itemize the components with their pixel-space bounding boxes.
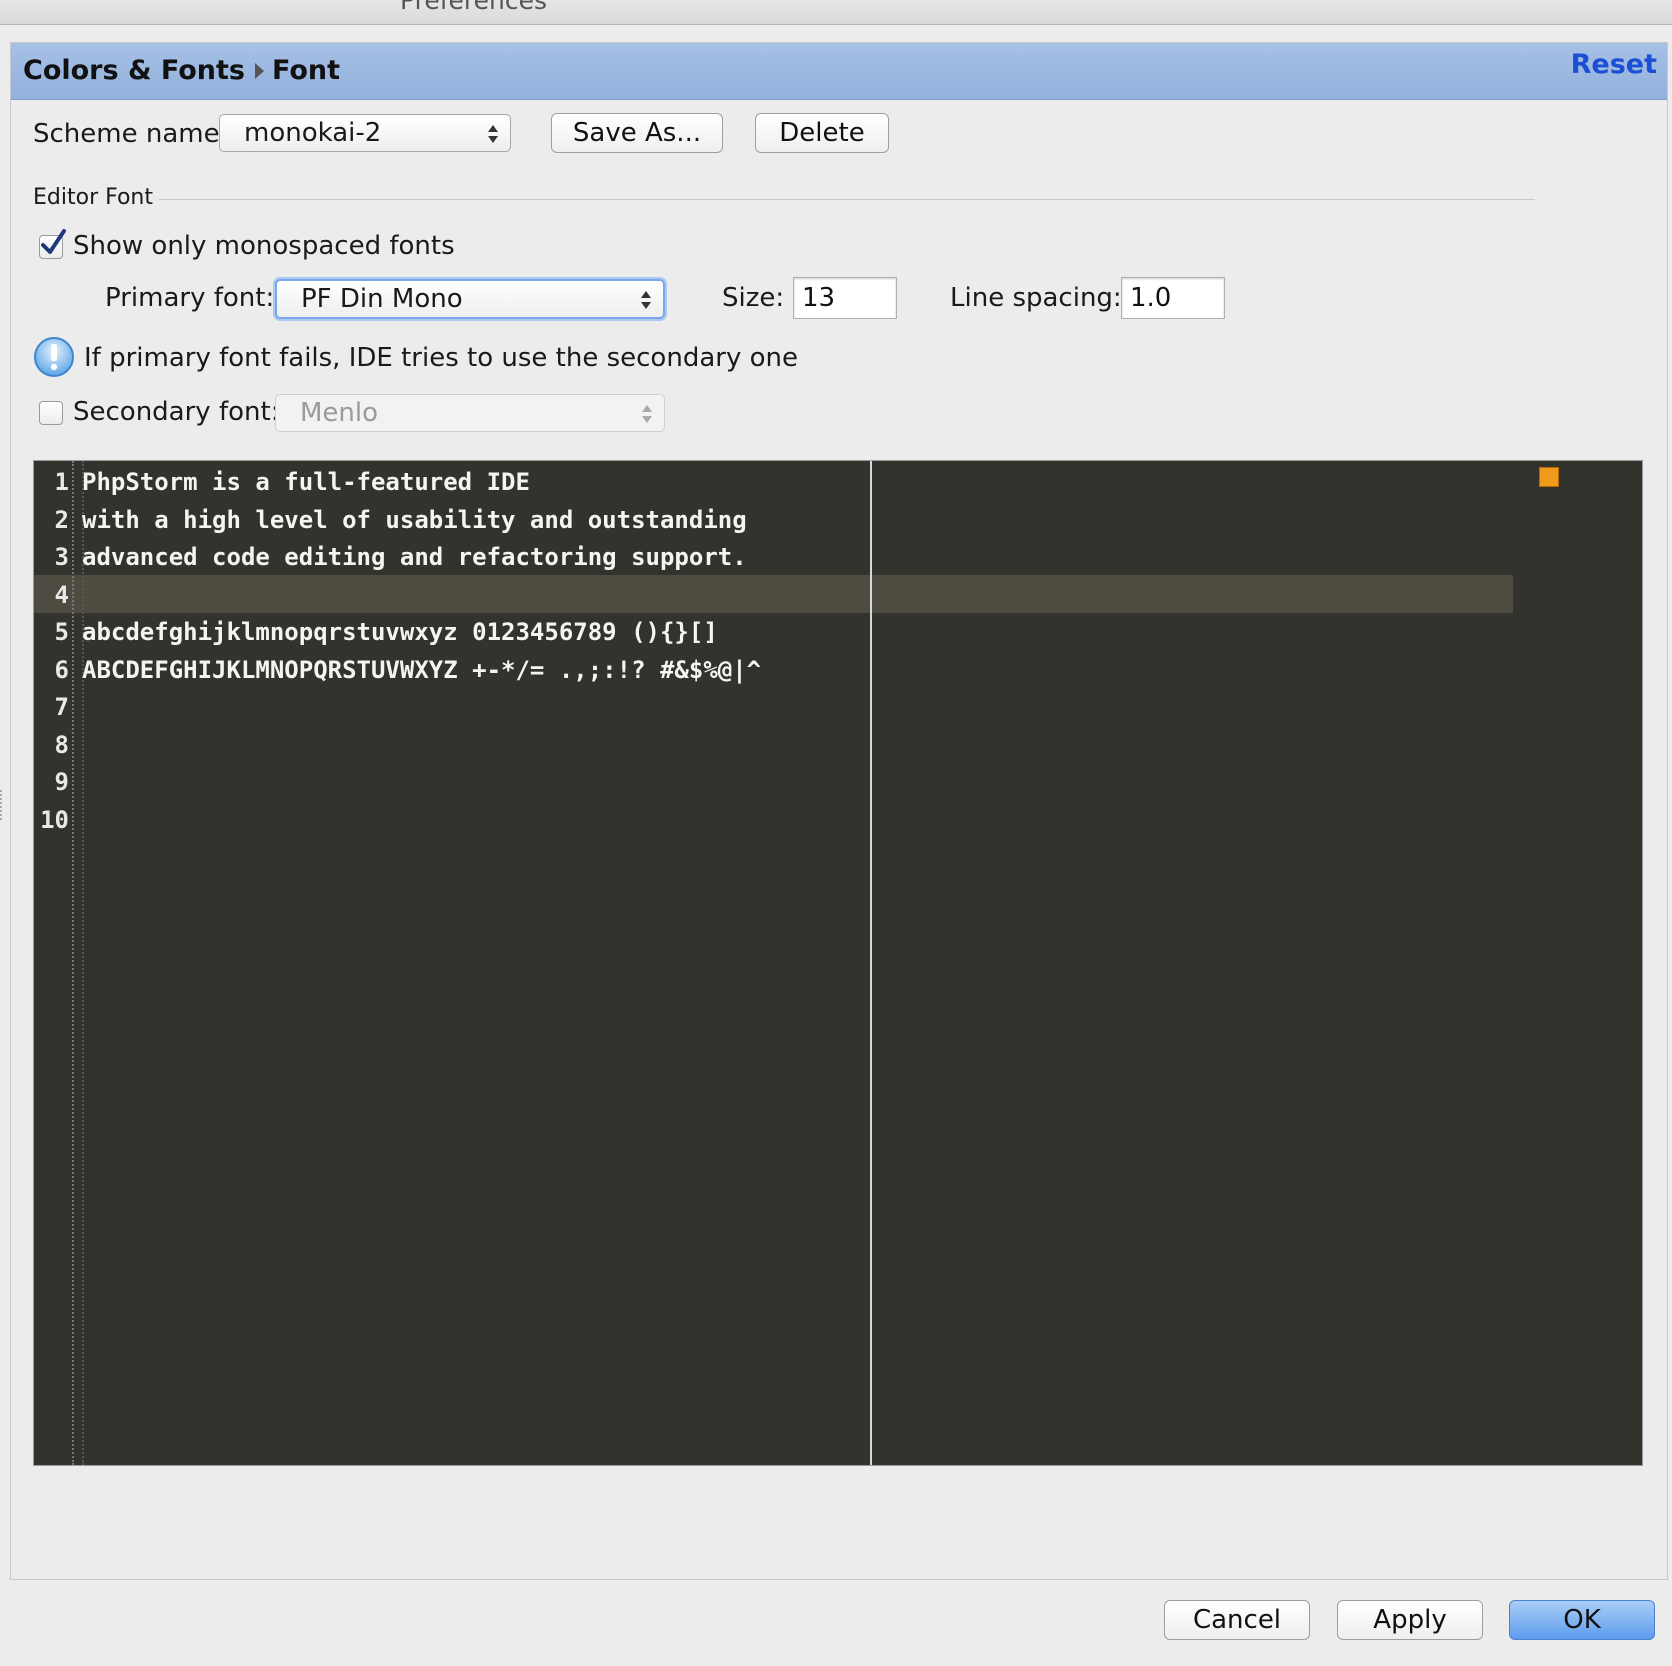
window-title: Preferences xyxy=(400,0,548,15)
secondary-font-select: Menlo xyxy=(275,394,665,432)
ok-button[interactable]: OK xyxy=(1509,1600,1655,1640)
chevron-right-icon xyxy=(255,62,264,79)
code-line: 6 ABCDEFGHIJKLMNOPQRSTUVWXYZ +-*/= .,;:!?… xyxy=(34,651,1634,689)
code-line: 3 advanced code editing and refactoring s… xyxy=(34,538,1634,576)
editor-font-section-title: Editor Font xyxy=(33,185,154,210)
scheme-name-label: Scheme name: xyxy=(33,119,229,149)
scheme-name-select[interactable]: monokai-2 xyxy=(219,114,511,152)
line-number: 7 xyxy=(54,693,69,721)
window-titlebar: Preferences xyxy=(0,0,1672,25)
line-spacing-field[interactable]: 1.0 xyxy=(1121,277,1225,319)
line-number: 5 xyxy=(54,618,69,646)
font-preview-editor[interactable]: 1 PhpStorm is a full-featured IDE 2 with a … xyxy=(33,460,1643,1466)
size-label: Size: xyxy=(722,283,785,313)
code-line: 4 xyxy=(34,576,1634,614)
save-as-button[interactable]: Save As... xyxy=(551,113,723,153)
delete-button[interactable]: Delete xyxy=(755,113,889,153)
code-text: advanced code editing and refactoring su… xyxy=(82,543,747,571)
code-line: 5 abcdefghijklmnopqrstuvwxyz 0123456789 (… xyxy=(34,613,1634,651)
code-line: 2 with a high level of usability and outs… xyxy=(34,501,1634,539)
size-field[interactable]: 13 xyxy=(793,277,897,319)
resize-grip[interactable] xyxy=(0,790,6,820)
code-line: 9 xyxy=(34,763,1634,801)
breadcrumb-font: Font xyxy=(272,55,341,86)
line-spacing-label: Line spacing: xyxy=(950,283,1122,313)
secondary-font-value: Menlo xyxy=(300,398,379,428)
reset-link[interactable]: Reset xyxy=(1571,49,1657,80)
code-line: 10 xyxy=(34,801,1634,839)
select-arrows-icon xyxy=(641,289,651,311)
cancel-button[interactable]: Cancel xyxy=(1164,1600,1310,1640)
primary-font-label: Primary font: xyxy=(105,283,275,313)
select-arrows-icon xyxy=(488,123,498,145)
line-number: 2 xyxy=(54,505,69,534)
info-icon xyxy=(34,337,74,377)
code-line: 7 xyxy=(34,688,1634,726)
primary-font-value: PF Din Mono xyxy=(301,284,463,314)
line-number: 9 xyxy=(54,768,69,796)
code-line: 8 xyxy=(34,726,1634,764)
show-mono-label[interactable]: Show only monospaced fonts xyxy=(73,231,455,261)
code-text: PhpStorm is a full-featured IDE xyxy=(82,468,530,496)
show-mono-checkbox[interactable] xyxy=(39,229,66,259)
code-text: ABCDEFGHIJKLMNOPQRSTUVWXYZ +-*/= .,;:!? … xyxy=(82,655,762,684)
apply-button[interactable]: Apply xyxy=(1337,1600,1483,1640)
font-settings-panel: Colors & Fonts Font Reset Scheme name: m… xyxy=(10,42,1668,1580)
code-line: 1 PhpStorm is a full-featured IDE xyxy=(34,463,1634,501)
info-text: If primary font fails, IDE tries to use … xyxy=(84,343,798,373)
line-number: 1 xyxy=(54,468,69,496)
secondary-font-label[interactable]: Secondary font: xyxy=(73,397,279,427)
line-number: 4 xyxy=(54,580,69,609)
line-number: 6 xyxy=(54,655,69,684)
breadcrumb-colors-fonts[interactable]: Colors & Fonts xyxy=(23,55,245,86)
settings-header: Colors & Fonts Font Reset xyxy=(11,43,1667,100)
scheme-name-value: monokai-2 xyxy=(244,118,382,148)
checkmark-icon xyxy=(41,229,66,254)
line-number: 8 xyxy=(54,730,69,759)
line-number: 3 xyxy=(54,543,69,571)
section-divider xyxy=(159,199,1535,200)
code-text: with a high level of usability and outst… xyxy=(82,505,747,534)
select-arrows-icon xyxy=(642,403,652,425)
code-text: abcdefghijklmnopqrstuvwxyz 0123456789 ()… xyxy=(82,618,718,646)
secondary-font-checkbox[interactable] xyxy=(39,401,63,425)
breadcrumb: Colors & Fonts Font xyxy=(23,55,340,86)
primary-font-select[interactable]: PF Din Mono xyxy=(275,279,665,319)
line-number: 10 xyxy=(40,805,69,834)
error-stripe-marker-icon[interactable] xyxy=(1539,467,1559,487)
